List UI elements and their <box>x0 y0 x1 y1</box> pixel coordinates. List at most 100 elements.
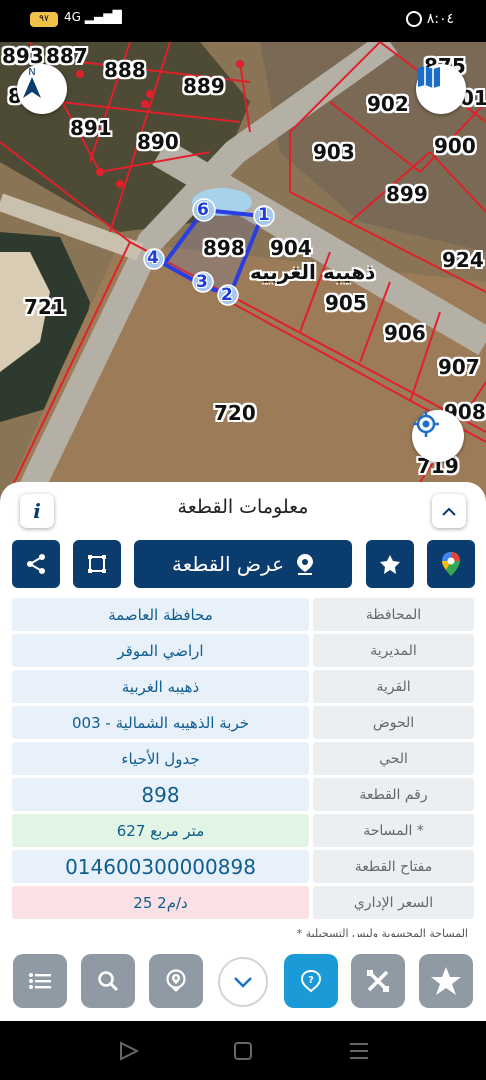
parcel-label[interactable]: 900 <box>434 134 476 158</box>
back-icon[interactable] <box>117 1039 141 1063</box>
info-row-village: ذهيبه الغربية القرية <box>12 670 474 703</box>
parcel-label[interactable]: 907 <box>438 355 480 379</box>
area-label: المساحة * <box>313 814 474 847</box>
vertex-label: 6 <box>197 200 209 220</box>
area-value: 627 متر مربع <box>12 814 309 847</box>
parcel-label[interactable]: 903 <box>313 140 355 164</box>
share-icon <box>27 554 45 574</box>
bottom-toolbar: ? <box>0 937 486 1021</box>
parcel-label[interactable]: 898 <box>203 236 245 260</box>
share-button[interactable] <box>12 540 60 588</box>
status-time: ٨:٠٤ <box>426 11 454 27</box>
info-row-admin-price: 25 د/م2 السعر الإداري <box>12 886 474 919</box>
chevron-down-icon <box>234 977 252 988</box>
favorite-button[interactable] <box>366 540 414 588</box>
info-row-parcel-key: 014600300000898 مفتاح القطعة <box>12 850 474 883</box>
parcel-label[interactable]: 720 <box>214 401 256 425</box>
admin-price-label: السعر الإداري <box>313 886 474 919</box>
parcel-label[interactable]: 906 <box>384 321 426 345</box>
parcel-label[interactable]: 721 <box>24 295 66 319</box>
info-row-area: 627 متر مربع المساحة * <box>12 814 474 847</box>
parcel-key-value: 014600300000898 <box>12 850 309 883</box>
parcel-number-label: رقم القطعة <box>313 778 474 811</box>
village-label: ذهيبه الغربيه <box>250 260 376 284</box>
area-footnote: * المساحة المحسوبة وليس التسجيلية <box>296 927 468 937</box>
help-icon: ? <box>300 969 322 993</box>
saved-locations-button[interactable] <box>149 954 203 1008</box>
gps-icon <box>413 411 439 437</box>
map-icon <box>418 66 440 88</box>
whatsapp-icon <box>406 11 422 27</box>
star-icon <box>431 967 461 995</box>
search-button[interactable] <box>81 954 135 1008</box>
info-row-district: جدول الأحياء الحي <box>12 742 474 775</box>
home-icon[interactable] <box>231 1039 255 1063</box>
parcel-boundary-button[interactable] <box>73 540 121 588</box>
pin-icon <box>166 969 186 992</box>
app-root: ٩٧ 4G ▂▄▆█ ٨:٠٤ 893 887 888 889 8 891 89… <box>0 0 486 1080</box>
sheet-header: i معلومات القطعة <box>0 482 486 538</box>
admin-price-value: 25 د/م2 <box>12 886 309 919</box>
north-arrow-icon: N <box>23 67 41 98</box>
star-icon <box>380 555 400 574</box>
parcel-label[interactable]: 887 <box>46 44 88 68</box>
network-indicator: 4G ▂▄▆█ <box>64 10 122 24</box>
basin-value: خربة الذهيبه الشمالية - 003 <box>12 706 309 739</box>
network-label: 4G <box>64 10 81 24</box>
toolbar-expand-button[interactable] <box>218 957 268 1007</box>
parcel-key-label: مفتاح القطعة <box>313 850 474 883</box>
vertex-label: 4 <box>147 248 159 268</box>
parcel-label[interactable]: 902 <box>367 92 409 116</box>
help-button[interactable]: ? <box>284 954 338 1008</box>
recents-icon[interactable] <box>347 1039 371 1063</box>
north-arrow-button[interactable]: N <box>17 64 67 114</box>
location-pin-icon <box>297 554 314 575</box>
village-label-row: القرية <box>313 670 474 703</box>
district-label: الحي <box>313 742 474 775</box>
system-nav-bar <box>0 1021 486 1080</box>
parcel-label[interactable]: 904 <box>270 236 312 260</box>
parcel-label[interactable]: 899 <box>386 182 428 206</box>
view-parcel-label: عرض القطعة <box>171 552 285 576</box>
favorites-button[interactable] <box>419 954 473 1008</box>
parcel-label[interactable]: 924 <box>442 248 484 272</box>
vertex-label: 3 <box>196 272 208 292</box>
tools-icon <box>367 970 389 992</box>
parcel-label[interactable]: 890 <box>137 130 179 154</box>
action-bar: عرض القطعة <box>0 540 486 588</box>
vertex-label: 1 <box>258 205 270 225</box>
map-view[interactable]: 893 887 888 889 8 891 890 875 902 01 903… <box>0 42 486 512</box>
district-value[interactable]: جدول الأحياء <box>12 742 309 775</box>
info-row-governorate: محافظة العاصمة المحافظة <box>12 598 474 631</box>
my-location-button[interactable] <box>412 410 464 462</box>
info-row-directorate: اراضي الموقر المديرية <box>12 634 474 667</box>
governorate-label: المحافظة <box>313 598 474 631</box>
governorate-value: محافظة العاصمة <box>12 598 309 631</box>
google-maps-button[interactable] <box>427 540 475 588</box>
vertex-label: 2 <box>221 285 233 305</box>
list-button[interactable] <box>13 954 67 1008</box>
collapse-button[interactable] <box>432 494 466 528</box>
info-row-basin: خربة الذهيبه الشمالية - 003 الحوض <box>12 706 474 739</box>
info-row-parcel-number: 898 رقم القطعة <box>12 778 474 811</box>
list-icon <box>29 973 51 989</box>
sheet-title: معلومات القطعة <box>177 496 309 518</box>
battery-indicator: ٩٧ <box>30 12 58 27</box>
parcel-label[interactable]: 891 <box>70 116 112 140</box>
parcel-label[interactable]: 888 <box>104 58 146 82</box>
parcel-info-sheet: i معلومات القطعة عرض القطعة محافظة العاص… <box>0 482 486 937</box>
tools-button[interactable] <box>351 954 405 1008</box>
svg-text:?: ? <box>308 975 314 986</box>
directorate-label: المديرية <box>313 634 474 667</box>
parcel-label[interactable]: 889 <box>183 74 225 98</box>
chevron-up-icon <box>442 507 456 516</box>
map-layers-button[interactable] <box>416 64 466 114</box>
parcel-number-value: 898 <box>12 778 309 811</box>
parcel-label[interactable]: 905 <box>325 291 367 315</box>
directorate-value: اراضي الموقر <box>12 634 309 667</box>
polygon-icon <box>88 555 106 573</box>
search-icon <box>98 971 119 992</box>
status-bar: ٩٧ 4G ▂▄▆█ ٨:٠٤ <box>0 0 486 42</box>
view-parcel-button[interactable]: عرض القطعة <box>134 540 352 588</box>
basin-label: الحوض <box>313 706 474 739</box>
